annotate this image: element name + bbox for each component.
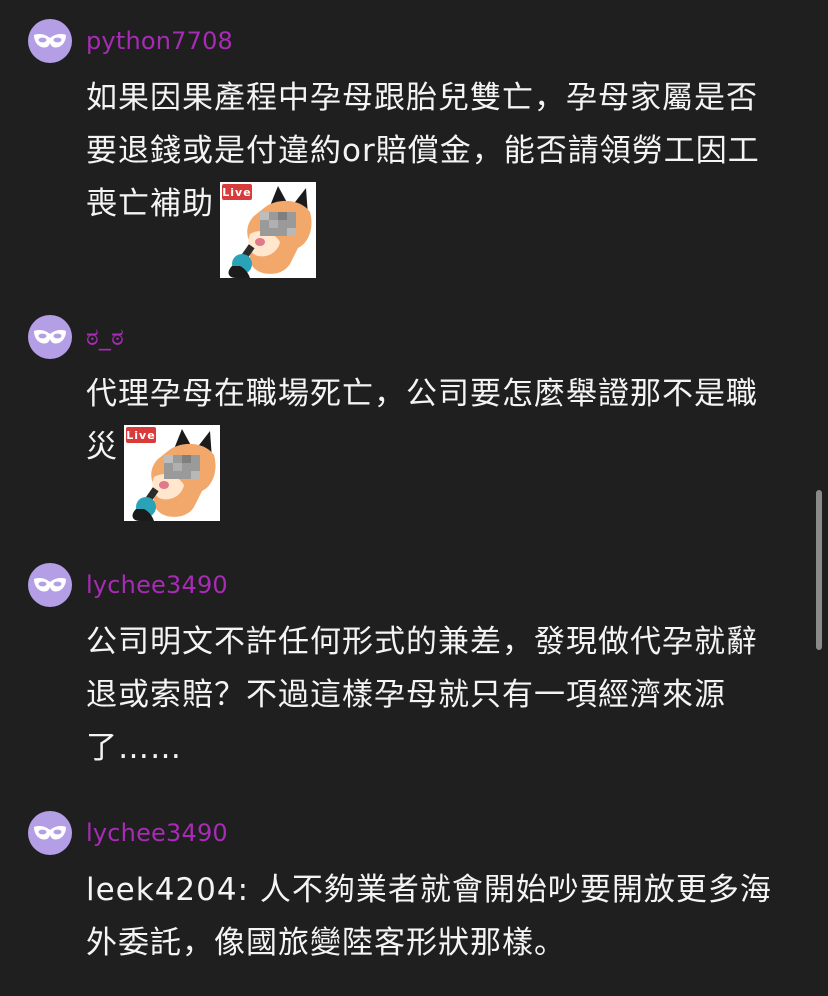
comment-item: lychee3490 leek4204: 人不夠業者就會開始吵要開放更多海外委託… bbox=[28, 811, 788, 970]
username[interactable]: python7708 bbox=[86, 27, 233, 55]
comment-text-content: leek4204: 人不夠業者就會開始吵要開放更多海外委託，像國旅變陸客形狀那樣… bbox=[86, 872, 772, 961]
comment-header: lychee3490 bbox=[28, 563, 788, 607]
comment-text: leek4204: 人不夠業者就會開始吵要開放更多海外委託，像國旅變陸客形狀那樣… bbox=[86, 864, 786, 970]
username[interactable]: lychee3490 bbox=[86, 571, 228, 599]
avatar[interactable] bbox=[28, 315, 72, 359]
fox-reporter-sticker[interactable]: Live bbox=[124, 425, 220, 521]
comment-feed: python7708 如果因果產程中孕母跟胎兒雙亡，孕母家屬是否要退錢或是付違約… bbox=[0, 0, 828, 996]
comment-text-content: 如果因果產程中孕母跟胎兒雙亡，孕母家屬是否要退錢或是付違約or賠償金，能否請領勞… bbox=[86, 80, 760, 222]
mask-icon bbox=[34, 34, 66, 48]
avatar[interactable] bbox=[28, 19, 72, 63]
comment-text: 代理孕母在職場死亡，公司要怎麼舉證那不是職災 Live bbox=[86, 368, 786, 521]
sticker-badge: Live bbox=[126, 429, 155, 442]
mask-icon bbox=[34, 578, 66, 592]
username[interactable]: lychee3490 bbox=[86, 819, 228, 847]
username[interactable]: ಠ_ಠ bbox=[86, 323, 124, 351]
avatar[interactable] bbox=[28, 811, 72, 855]
avatar[interactable] bbox=[28, 563, 72, 607]
comment-header: ಠ_ಠ bbox=[28, 315, 788, 359]
fox-reporter-sticker[interactable]: Live bbox=[220, 182, 316, 278]
mask-icon bbox=[34, 826, 66, 840]
comment-text: 如果因果產程中孕母跟胎兒雙亡，孕母家屬是否要退錢或是付違約or賠償金，能否請領勞… bbox=[86, 72, 786, 278]
comment-text: 公司明文不許任何形式的兼差，發現做代孕就辭退或索賠？不過這樣孕母就只有一項經濟來… bbox=[86, 616, 786, 775]
comment-text-content: 公司明文不許任何形式的兼差，發現做代孕就辭退或索賠？不過這樣孕母就只有一項經濟來… bbox=[86, 624, 758, 766]
comment-item: lychee3490 公司明文不許任何形式的兼差，發現做代孕就辭退或索賠？不過這… bbox=[28, 563, 788, 775]
comment-item: ಠ_ಠ 代理孕母在職場死亡，公司要怎麼舉證那不是職災 Live bbox=[28, 315, 788, 521]
comment-header: python7708 bbox=[28, 19, 788, 63]
sticker-badge: Live bbox=[222, 186, 251, 199]
comment-header: lychee3490 bbox=[28, 811, 788, 855]
comment-item: python7708 如果因果產程中孕母跟胎兒雙亡，孕母家屬是否要退錢或是付違約… bbox=[28, 19, 788, 278]
mask-icon bbox=[34, 330, 66, 344]
scrollbar-thumb[interactable] bbox=[816, 490, 822, 650]
